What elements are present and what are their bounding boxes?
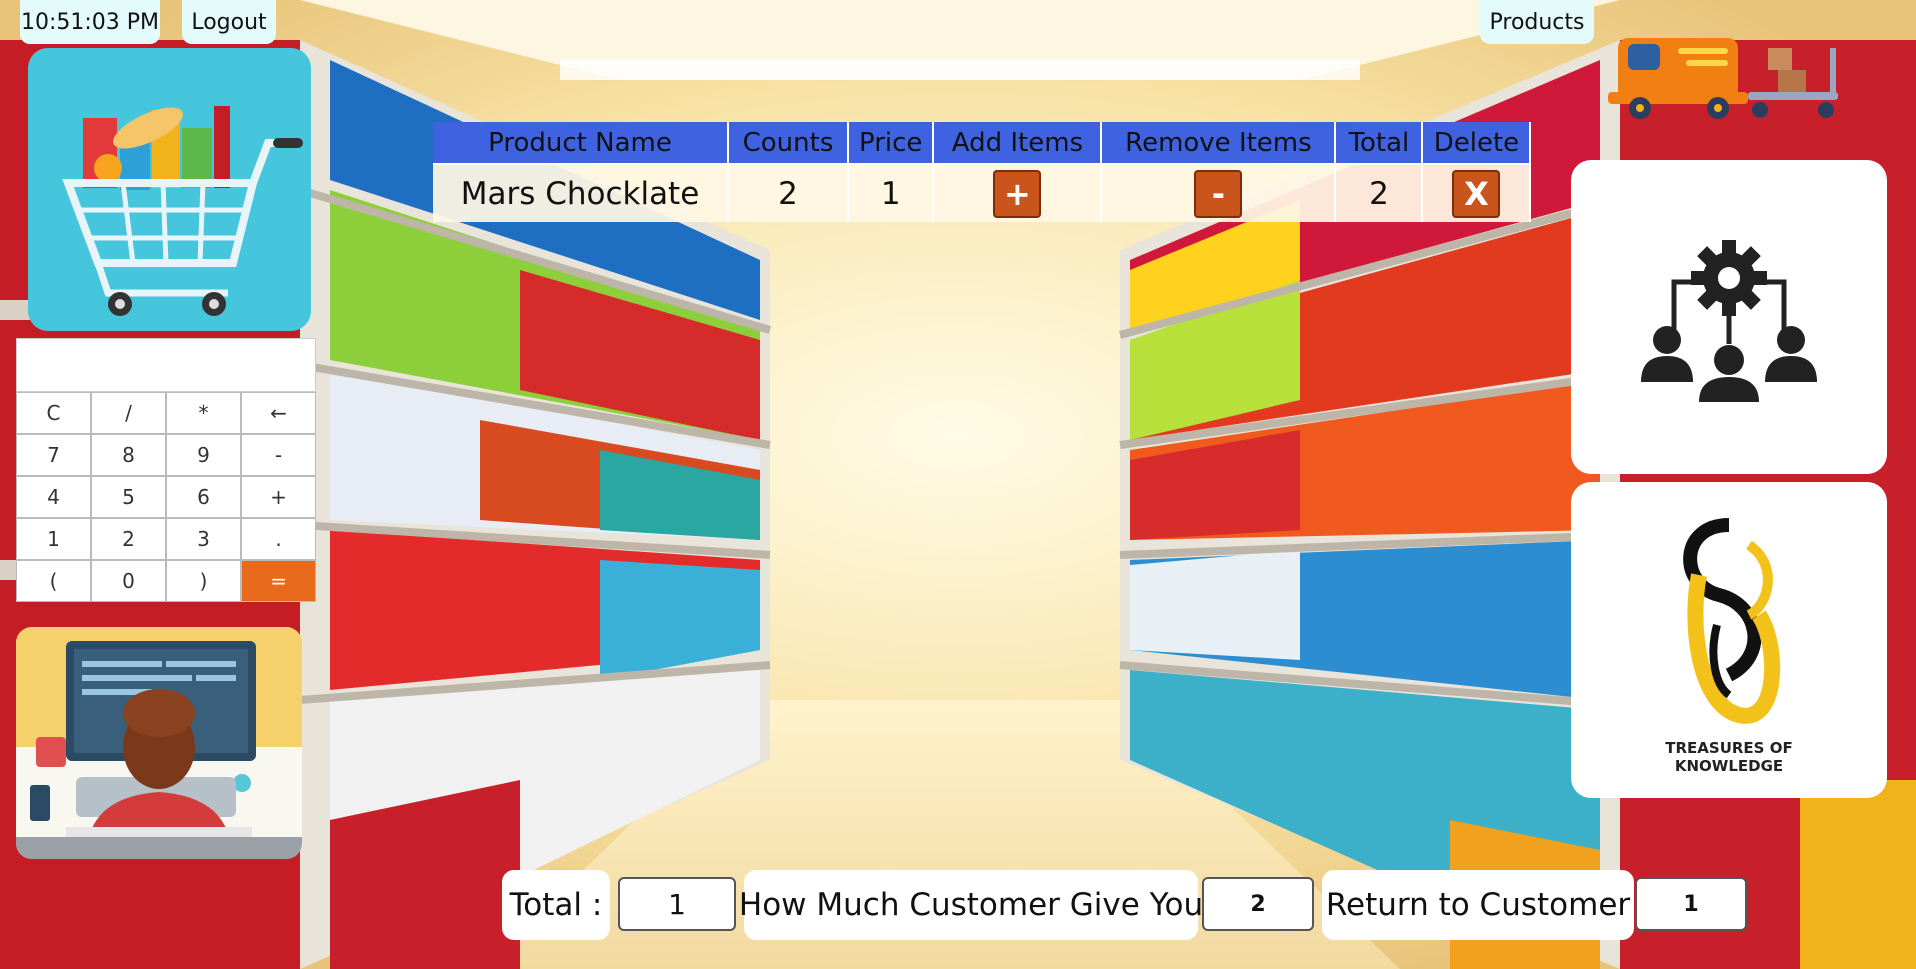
product-price-cell: 1	[848, 163, 935, 222]
table-row: Mars Chocklate 2 1 + - 2 X	[433, 163, 1532, 222]
add-item-cell: +	[933, 163, 1103, 222]
calc-key-decimal[interactable]: .	[241, 518, 316, 560]
calc-key-divide[interactable]: /	[91, 392, 166, 434]
product-total-cell: 2	[1335, 163, 1424, 222]
calc-key-3[interactable]: 3	[166, 518, 241, 560]
calc-key-4[interactable]: 4	[16, 476, 91, 518]
customer-given-field[interactable]: 2	[1202, 877, 1314, 931]
calculator: C / * ← 7 8 9 - 4 5 6 + 1 2 3 . ( 0 ) =	[16, 338, 316, 602]
delivery-truck-icon	[1608, 38, 1838, 119]
customer-given-label: How Much Customer Give You	[739, 870, 1203, 940]
products-button[interactable]: Products	[1480, 0, 1594, 44]
remove-item-button[interactable]: -	[1194, 169, 1243, 218]
logo-caption: TREASURES OF KNOWLEDGE	[1664, 739, 1794, 775]
column-header-remove-items: Remove Items	[1101, 122, 1337, 164]
calc-key-backspace[interactable]: ←	[241, 392, 316, 434]
delete-cell: X	[1422, 163, 1532, 222]
logout-button[interactable]: Logout	[182, 0, 276, 44]
column-header-counts: Counts	[728, 122, 849, 164]
calc-key-0[interactable]: 0	[91, 560, 166, 602]
remove-item-cell: -	[1101, 163, 1337, 222]
calc-key-subtract[interactable]: -	[241, 434, 316, 476]
shopping-cart-icon	[62, 106, 303, 316]
delete-item-button[interactable]: X	[1452, 169, 1501, 218]
column-header-product-name: Product Name	[433, 122, 729, 164]
calc-key-2[interactable]: 2	[91, 518, 166, 560]
developer-illustration	[16, 627, 302, 859]
calc-key-1[interactable]: 1	[16, 518, 91, 560]
column-header-add-items: Add Items	[933, 122, 1103, 164]
return-to-customer-label: Return to Customer	[1322, 870, 1634, 940]
calc-key-6[interactable]: 6	[166, 476, 241, 518]
calculator-display[interactable]	[16, 338, 316, 392]
calc-key-close-paren[interactable]: )	[166, 560, 241, 602]
calc-key-open-paren[interactable]: (	[16, 560, 91, 602]
total-label: Total :	[502, 870, 610, 940]
column-header-total: Total	[1335, 122, 1424, 164]
column-header-delete: Delete	[1422, 122, 1532, 164]
column-header-price: Price	[848, 122, 935, 164]
total-field[interactable]: 1	[618, 877, 736, 931]
calc-key-5[interactable]: 5	[91, 476, 166, 518]
calc-key-add[interactable]: +	[241, 476, 316, 518]
table-header-row: Product Name Counts Price Add Items Remo…	[433, 122, 1532, 164]
return-to-customer-field[interactable]: 1	[1635, 877, 1747, 931]
product-table: Product Name Counts Price Add Items Remo…	[433, 122, 1532, 222]
team-card	[1571, 160, 1887, 474]
calc-key-9[interactable]: 9	[166, 434, 241, 476]
calc-key-equals[interactable]: =	[241, 560, 316, 602]
logo-caption-line2: KNOWLEDGE	[1674, 757, 1784, 775]
logo-card: TREASURES OF KNOWLEDGE	[1571, 482, 1887, 798]
calc-key-clear[interactable]: C	[16, 392, 91, 434]
add-item-button[interactable]: +	[993, 169, 1042, 218]
product-name-cell: Mars Chocklate	[433, 163, 729, 222]
developer-card	[16, 627, 302, 859]
product-count-cell: 2	[728, 163, 849, 222]
calc-key-7[interactable]: 7	[16, 434, 91, 476]
clock-display: 10:51:03 PM	[20, 0, 160, 44]
calc-key-multiply[interactable]: *	[166, 392, 241, 434]
treasures-of-knowledge-logo	[1683, 518, 1781, 724]
cart-card	[28, 48, 311, 331]
team-settings-icon	[1641, 240, 1817, 402]
logo-caption-line1: TREASURES OF	[1665, 739, 1793, 757]
calculator-keypad: C / * ← 7 8 9 - 4 5 6 + 1 2 3 . ( 0 ) =	[16, 392, 316, 602]
calc-key-8[interactable]: 8	[91, 434, 166, 476]
